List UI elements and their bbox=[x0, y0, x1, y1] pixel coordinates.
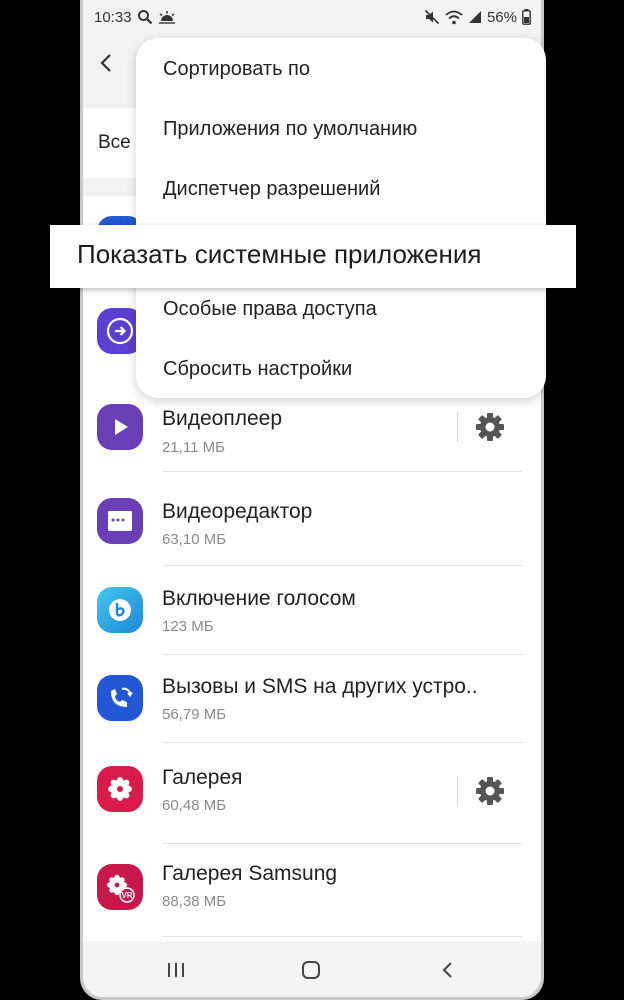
menu-item-permission-manager[interactable]: Диспетчер разрешений bbox=[163, 178, 380, 201]
back-button[interactable] bbox=[432, 955, 462, 985]
list-item[interactable]: Включение голосом 123 МБ bbox=[83, 567, 541, 655]
menu-item-special-access[interactable]: Особые права доступа bbox=[163, 298, 377, 321]
status-right: 56% bbox=[424, 9, 531, 26]
app-size: 21,11 МБ bbox=[162, 439, 225, 456]
divider bbox=[162, 565, 522, 566]
app-size: 56,79 МБ bbox=[162, 706, 227, 723]
wifi-icon bbox=[445, 10, 463, 25]
menu-item-default-apps[interactable]: Приложения по умолчанию bbox=[163, 118, 417, 141]
bixby-icon bbox=[97, 587, 143, 633]
app-size: 60,48 МБ bbox=[162, 797, 227, 814]
back-arrow-button[interactable] bbox=[93, 48, 119, 78]
separator bbox=[457, 776, 458, 806]
divider bbox=[162, 936, 522, 937]
app-size: 88,38 МБ bbox=[162, 893, 227, 910]
status-bar: 10:33 56% bbox=[83, 0, 541, 34]
back-icon bbox=[442, 962, 452, 978]
call-sync-icon bbox=[97, 675, 143, 721]
gear-icon bbox=[476, 777, 504, 805]
app-name: Галерея bbox=[162, 766, 243, 789]
app-name: Включение голосом bbox=[162, 587, 356, 610]
svg-text:VR: VR bbox=[121, 891, 132, 900]
vr-gallery-icon: VR bbox=[97, 864, 143, 910]
divider bbox=[162, 742, 522, 743]
menu-item-reset-settings[interactable]: Сбросить настройки bbox=[163, 358, 352, 381]
app-settings-button[interactable] bbox=[473, 410, 507, 444]
mute-icon bbox=[424, 9, 440, 25]
separator bbox=[457, 412, 458, 442]
transfer-icon bbox=[106, 317, 134, 345]
status-left: 10:33 bbox=[94, 9, 176, 26]
weather-icon bbox=[158, 10, 176, 24]
divider bbox=[162, 843, 522, 844]
overflow-menu: Сортировать по Приложения по умолчанию Д… bbox=[136, 38, 546, 398]
status-time: 10:33 bbox=[94, 8, 132, 26]
battery-icon bbox=[522, 9, 531, 25]
divider bbox=[162, 471, 522, 472]
app-size: 123 МБ bbox=[162, 618, 214, 635]
menu-item-show-system-apps-label: Показать системные приложения bbox=[77, 239, 482, 269]
search-icon bbox=[137, 9, 153, 25]
app-name: Видеоредактор bbox=[162, 500, 313, 523]
list-item[interactable]: VR Галерея Samsung 88,38 МБ bbox=[83, 848, 541, 937]
app-name: Вызовы и SMS на других устро.. bbox=[162, 675, 478, 698]
play-icon bbox=[97, 404, 143, 450]
app-name: Галерея Samsung bbox=[162, 862, 338, 885]
flower-icon bbox=[97, 766, 143, 812]
menu-item-sort[interactable]: Сортировать по bbox=[163, 58, 310, 81]
menu-item-show-system-apps[interactable]: Показать системные приложения bbox=[50, 225, 576, 288]
app-size: 63,10 МБ bbox=[162, 531, 227, 548]
clapperboard-icon bbox=[97, 498, 143, 544]
gear-icon bbox=[476, 413, 504, 441]
app-name: Видеоплеер bbox=[162, 407, 283, 430]
navigation-bar bbox=[83, 941, 541, 997]
list-item[interactable]: Видеоредактор 63,10 МБ bbox=[83, 478, 541, 566]
back-arrow-icon bbox=[100, 54, 111, 72]
recents-button[interactable] bbox=[161, 955, 191, 985]
list-item[interactable]: Галерея 60,48 МБ bbox=[83, 746, 541, 844]
list-item[interactable]: Вызовы и SMS на других устро.. 56,79 МБ bbox=[83, 655, 541, 743]
recents-icon bbox=[168, 963, 184, 977]
app-settings-button[interactable] bbox=[473, 774, 507, 808]
home-button[interactable] bbox=[296, 955, 326, 985]
signal-icon bbox=[468, 10, 482, 24]
battery-level: 56% bbox=[486, 8, 517, 26]
filter-label: Все bbox=[98, 132, 131, 153]
home-icon bbox=[302, 961, 320, 979]
